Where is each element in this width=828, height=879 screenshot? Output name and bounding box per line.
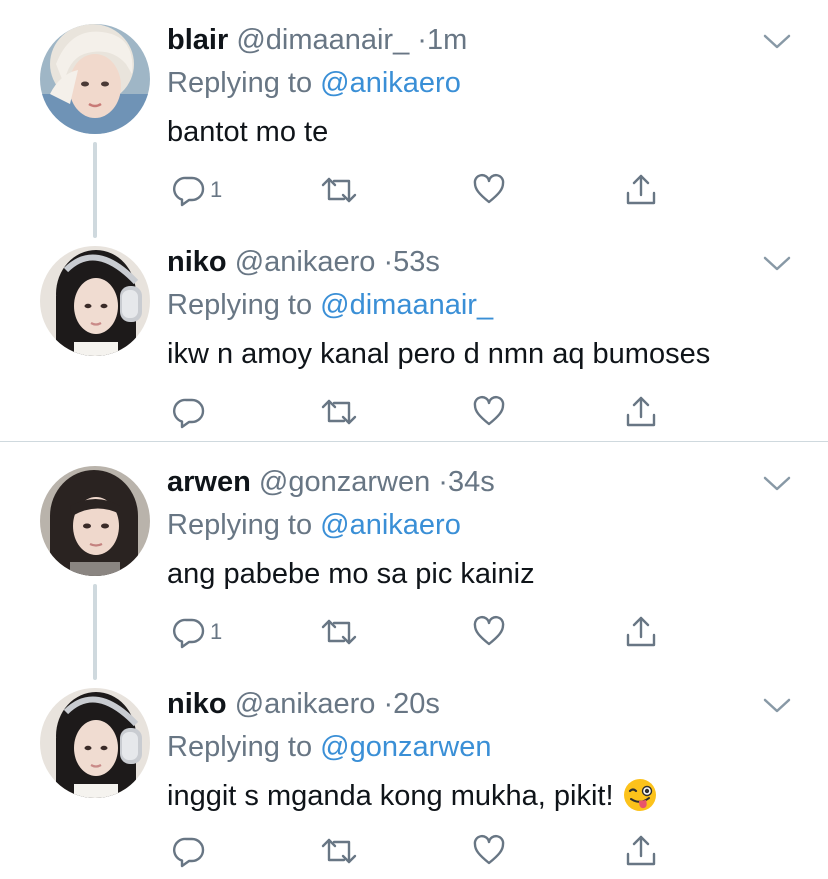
mention-link[interactable]: @anikaero (320, 509, 461, 541)
tweet-header: niko @anikaero ·53s (167, 242, 440, 282)
reply-icon (173, 618, 205, 649)
reply-icon (173, 837, 205, 868)
retweet-button[interactable] (320, 612, 358, 652)
tweet-text: inggit s mganda kong mukha, pikit! (167, 776, 658, 816)
tweet-actions (0, 831, 828, 871)
reply-icon (173, 398, 205, 429)
retweet-button[interactable] (320, 831, 358, 871)
like-icon (473, 834, 505, 865)
like-button[interactable] (472, 831, 506, 871)
user-handle[interactable]: @dimaanair_ (236, 24, 409, 56)
tweet-actions (0, 392, 828, 432)
tweet[interactable]: blair @dimaanair_ ·1m Replying to @anika… (0, 20, 828, 220)
share-icon (626, 396, 656, 427)
tweet-header: blair @dimaanair_ ·1m (167, 20, 467, 60)
avatar[interactable] (40, 688, 150, 798)
retweet-icon (321, 838, 357, 864)
tweet-actions: 1 (0, 170, 828, 210)
replying-to: Replying to @anikaero (167, 505, 461, 545)
replying-label: Replying to (167, 289, 321, 321)
tweet[interactable]: niko @anikaero ·20s Replying to @gonzarw… (0, 684, 828, 879)
reply-button[interactable]: 1 (172, 612, 222, 652)
display-name[interactable]: niko (167, 246, 227, 278)
reply-icon (173, 176, 205, 207)
tweet[interactable]: arwen @gonzarwen ·34s Replying to @anika… (0, 462, 828, 662)
display-name[interactable]: arwen (167, 466, 251, 498)
retweet-icon (321, 619, 357, 645)
retweet-icon (321, 177, 357, 203)
reply-count: 1 (210, 619, 223, 644)
like-button[interactable] (472, 170, 506, 210)
replying-to: Replying to @anikaero (167, 63, 461, 103)
chevron-down-icon[interactable] (762, 32, 792, 52)
user-handle[interactable]: @anikaero (235, 688, 376, 720)
display-name[interactable]: niko (167, 688, 227, 720)
chevron-down-icon[interactable] (762, 254, 792, 274)
separator-dot: · (438, 466, 448, 498)
mention-link[interactable]: @dimaanair_ (320, 289, 493, 321)
tweet-header: arwen @gonzarwen ·34s (167, 462, 495, 502)
retweet-button[interactable] (320, 170, 358, 210)
tweet-text: ikw n amoy kanal pero d nmn aq bumoses (167, 338, 711, 370)
tweet-text-content: inggit s mganda kong mukha, pikit! (167, 780, 614, 812)
timestamp[interactable]: 1m (427, 24, 467, 56)
share-icon (626, 835, 656, 866)
share-button[interactable] (624, 392, 658, 432)
share-button[interactable] (624, 170, 658, 210)
reply-button[interactable]: 1 (172, 170, 222, 210)
replying-label: Replying to (167, 509, 321, 541)
timestamp[interactable]: 20s (393, 688, 440, 720)
like-icon (473, 395, 505, 426)
share-button[interactable] (624, 612, 658, 652)
chevron-down-icon[interactable] (762, 474, 792, 494)
share-icon (626, 616, 656, 647)
mention-link[interactable]: @anikaero (320, 67, 461, 99)
avatar[interactable] (40, 24, 150, 134)
reply-count: 1 (210, 177, 223, 202)
tweet-text: ang pabebe mo sa pic kainiz (167, 558, 535, 590)
separator-dot: · (417, 24, 427, 56)
thread-group-1: blair @dimaanair_ ·1m Replying to @anika… (0, 0, 828, 441)
replying-to: Replying to @gonzarwen (167, 727, 491, 767)
separator-dot: · (383, 246, 394, 278)
mention-link[interactable]: @gonzarwen (320, 731, 491, 763)
retweet-icon (321, 399, 357, 425)
winking-face-with-tongue-emoji (623, 779, 656, 812)
user-handle[interactable]: @anikaero (235, 246, 376, 278)
retweet-button[interactable] (320, 392, 358, 432)
display-name[interactable]: blair (167, 24, 228, 56)
replying-label: Replying to (167, 67, 321, 99)
chevron-down-icon[interactable] (762, 696, 792, 716)
tweet-actions: 1 (0, 612, 828, 652)
avatar[interactable] (40, 466, 150, 576)
tweet-header: niko @anikaero ·20s (167, 684, 440, 724)
user-handle[interactable]: @gonzarwen (259, 466, 430, 498)
reply-button[interactable] (172, 392, 210, 432)
timestamp[interactable]: 53s (393, 246, 440, 278)
replying-label: Replying to (167, 731, 321, 763)
reply-button[interactable] (172, 831, 210, 871)
separator-dot: · (383, 688, 394, 720)
like-icon (473, 173, 505, 204)
tweet[interactable]: niko @anikaero ·53s Replying to @dimaana… (0, 242, 828, 441)
like-button[interactable] (472, 612, 506, 652)
replying-to: Replying to @dimaanair_ (167, 285, 493, 325)
thread-group-2: arwen @gonzarwen ·34s Replying to @anika… (0, 442, 828, 879)
timestamp[interactable]: 34s (448, 466, 495, 498)
tweet-text: bantot mo te (167, 116, 329, 148)
avatar[interactable] (40, 246, 150, 356)
like-button[interactable] (472, 392, 506, 432)
share-icon (626, 174, 656, 205)
like-icon (473, 615, 505, 646)
share-button[interactable] (624, 831, 658, 871)
